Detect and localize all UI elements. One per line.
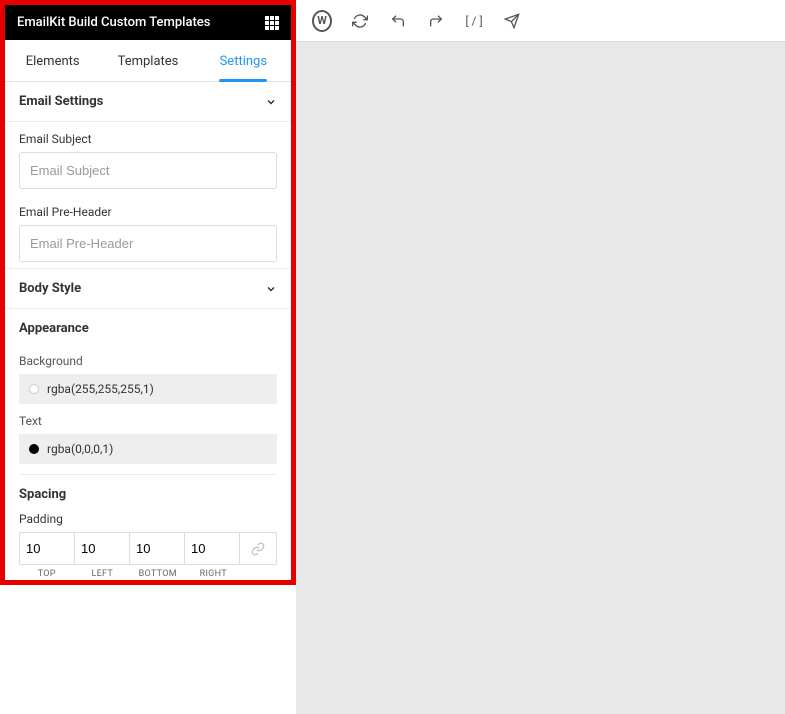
background-color-value: rgba(255,255,255,1): [47, 382, 154, 396]
sidebar-tabs: Elements Templates Settings: [5, 40, 291, 82]
padding-label-top: TOP: [19, 569, 75, 579]
refresh-icon: [352, 13, 368, 29]
color-swatch-icon: [29, 444, 39, 454]
section-title: Body Style: [19, 281, 81, 296]
undo-button[interactable]: [388, 11, 408, 31]
section-email-settings[interactable]: Email Settings: [5, 82, 291, 122]
padding-control: [19, 532, 277, 565]
color-swatch-icon: [29, 384, 39, 394]
appearance-heading: Appearance: [5, 309, 291, 346]
text-color-picker[interactable]: rgba(0,0,0,1): [19, 434, 277, 464]
send-icon: [504, 13, 520, 29]
refresh-button[interactable]: [350, 11, 370, 31]
chevron-down-icon: [265, 96, 277, 108]
chevron-down-icon: [265, 283, 277, 295]
redo-button[interactable]: [426, 11, 446, 31]
email-subject-input[interactable]: [19, 152, 277, 189]
undo-icon: [390, 13, 406, 29]
link-padding-button[interactable]: [240, 533, 276, 564]
padding-right-input[interactable]: [185, 533, 239, 564]
sidebar-bottom-space: [0, 585, 296, 714]
tab-elements[interactable]: Elements: [5, 40, 100, 81]
tab-templates[interactable]: Templates: [100, 40, 195, 81]
padding-top-input[interactable]: [20, 533, 74, 564]
label-padding: Padding: [19, 512, 277, 526]
shortcode-button[interactable]: [ / ]: [464, 11, 484, 31]
padding-bottom-input[interactable]: [130, 533, 184, 564]
background-color-picker[interactable]: rgba(255,255,255,1): [19, 374, 277, 404]
label-email-preheader: Email Pre-Header: [19, 205, 277, 219]
sidebar-header: EmailKit Build Custom Templates: [5, 5, 291, 40]
send-button[interactable]: [502, 11, 522, 31]
padding-label-right: RIGHT: [186, 569, 242, 579]
apps-grid-icon[interactable]: [265, 16, 279, 30]
padding-labels: TOP LEFT BOTTOM RIGHT: [19, 569, 277, 579]
wordpress-logo-button[interactable]: W: [312, 11, 332, 31]
label-text-color: Text: [19, 414, 277, 428]
spacing-heading: Spacing: [5, 475, 291, 512]
text-color-value: rgba(0,0,0,1): [47, 442, 113, 456]
sidebar-title: EmailKit Build Custom Templates: [17, 15, 210, 30]
section-title: Email Settings: [19, 94, 103, 109]
redo-icon: [428, 13, 444, 29]
link-icon: [251, 542, 265, 556]
section-body-style[interactable]: Body Style: [5, 268, 291, 309]
label-email-subject: Email Subject: [19, 132, 277, 146]
editor-toolbar: W [ / ]: [296, 0, 785, 42]
wordpress-icon: W: [312, 10, 332, 32]
tab-settings[interactable]: Settings: [196, 40, 291, 81]
padding-label-left: LEFT: [75, 569, 131, 579]
email-canvas[interactable]: [296, 42, 785, 714]
padding-label-bottom: BOTTOM: [130, 569, 186, 579]
padding-left-input[interactable]: [75, 533, 129, 564]
label-background: Background: [19, 354, 277, 368]
email-preheader-input[interactable]: [19, 225, 277, 262]
